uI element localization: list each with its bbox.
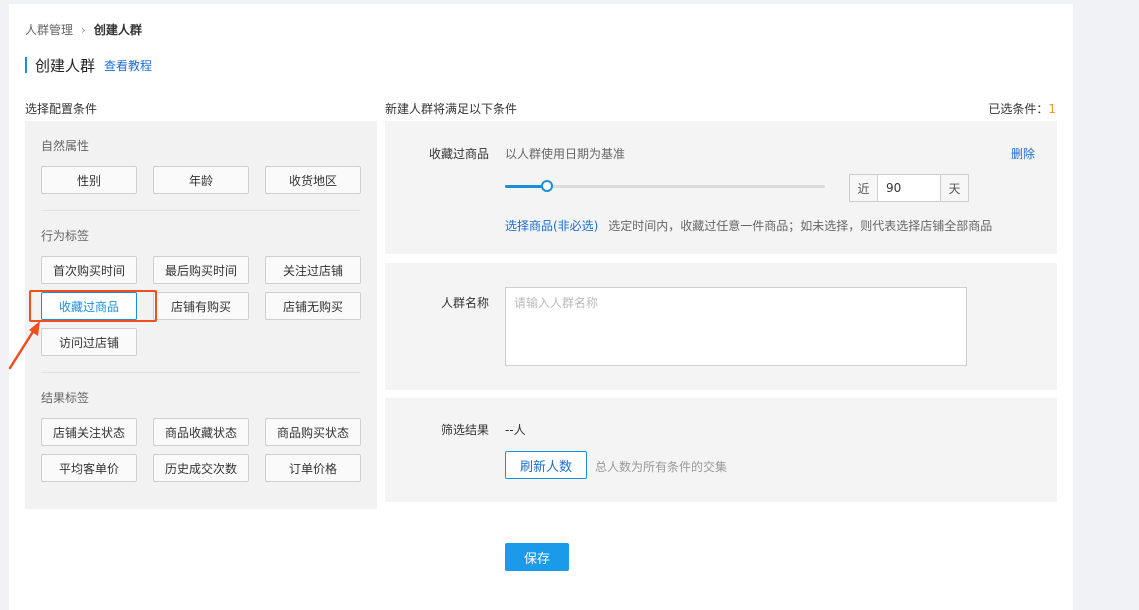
days-prefix: 近 <box>850 175 878 201</box>
days-suffix: 天 <box>940 175 968 201</box>
tag-gender[interactable]: 性别 <box>41 166 137 194</box>
refresh-count-button[interactable]: 刷新人数 <box>505 451 587 479</box>
breadcrumb-current: 创建人群 <box>93 23 142 37</box>
tag-visited-shop[interactable]: 访问过店铺 <box>41 328 137 356</box>
tag-item-favorite-status[interactable]: 商品收藏状态 <box>153 418 249 446</box>
delete-link[interactable]: 删除 <box>1011 145 1035 162</box>
right-panel-heading: 新建人群将满足以下条件 <box>385 102 518 116</box>
left-panel-heading: 选择配置条件 <box>25 102 98 116</box>
condition-card: 收藏过商品 以人群使用日期为基准 删除 近 天 选择商品(非必选) 选定时间内，… <box>385 121 1057 254</box>
divider <box>41 210 360 211</box>
selected-count-label: 已选条件： <box>988 102 1049 116</box>
tag-first-purchase[interactable]: 首次购买时间 <box>41 256 137 284</box>
days-input-group: 近 天 <box>849 174 969 202</box>
select-items-link[interactable]: 选择商品(非必选) <box>505 219 598 233</box>
result-card: 筛选结果 --人 刷新人数 总人数为所有条件的交集 <box>385 398 1057 502</box>
tag-favorited-item[interactable]: 收藏过商品 <box>41 292 137 320</box>
select-items-hint: 选定时间内，收藏过任意一件商品；如未选择，则代表选择店铺全部商品 <box>608 219 993 233</box>
page-title: 创建人群 <box>35 56 96 75</box>
result-label: 筛选结果 <box>440 423 489 437</box>
tag-shop-purchased[interactable]: 店铺有购买 <box>153 292 249 320</box>
breadcrumb-separator-icon: › <box>81 22 86 37</box>
tag-shop-not-purchased[interactable]: 店铺无购买 <box>265 292 361 320</box>
breadcrumb-parent[interactable]: 人群管理 <box>25 21 73 38</box>
title-accent-bar <box>25 57 27 73</box>
select-item-row: 选择商品(非必选) 选定时间内，收藏过任意一件商品；如未选择，则代表选择店铺全部… <box>505 217 992 234</box>
section-title-result: 结果标签 <box>41 391 90 405</box>
result-note: 总人数为所有条件的交集 <box>595 460 728 474</box>
selected-count-value: 1 <box>1048 102 1056 116</box>
name-label: 人群名称 <box>440 296 489 310</box>
crowd-name-input[interactable] <box>505 287 967 366</box>
tag-avg-order-value[interactable]: 平均客单价 <box>41 454 137 482</box>
page-title-row: 创建人群 查看教程 <box>25 56 152 75</box>
tutorial-link[interactable]: 查看教程 <box>104 57 152 74</box>
save-button[interactable]: 保存 <box>505 543 569 571</box>
tag-age[interactable]: 年龄 <box>153 166 249 194</box>
section-title-behavior: 行为标签 <box>41 229 90 243</box>
tag-history-deals[interactable]: 历史成交次数 <box>153 454 249 482</box>
days-slider[interactable] <box>505 180 825 192</box>
days-input[interactable] <box>878 175 940 201</box>
tag-order-price[interactable]: 订单价格 <box>265 454 361 482</box>
condition-basis: 以人群使用日期为基准 <box>505 147 626 161</box>
result-value: --人 <box>505 423 526 437</box>
tag-shop-follow-status[interactable]: 店铺关注状态 <box>41 418 137 446</box>
tag-region[interactable]: 收货地区 <box>265 166 361 194</box>
condition-label: 收藏过商品 <box>429 147 490 161</box>
divider <box>41 372 360 373</box>
name-card: 人群名称 <box>385 263 1057 390</box>
tag-item-purchase-status[interactable]: 商品购买状态 <box>265 418 361 446</box>
selected-count: 已选条件：1 <box>988 100 1056 117</box>
tag-followed-shop[interactable]: 关注过店铺 <box>265 256 361 284</box>
condition-panel: 自然属性 性别 年龄 收货地区 行为标签 首次购买时间 最后购买时间 关注过店铺… <box>25 121 377 509</box>
slider-handle[interactable] <box>540 180 553 192</box>
breadcrumb: 人群管理 › 创建人群 <box>25 21 142 38</box>
section-title-natural: 自然属性 <box>41 139 90 153</box>
tag-last-purchase[interactable]: 最后购买时间 <box>153 256 249 284</box>
